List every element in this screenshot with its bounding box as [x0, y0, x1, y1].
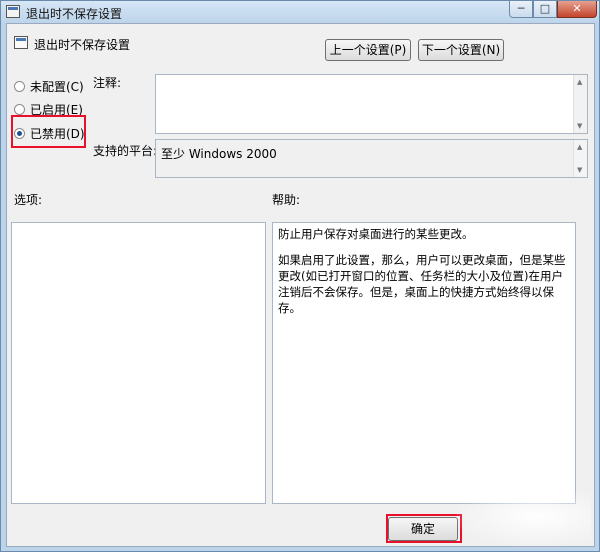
window-title: 退出时不保存设置 [26, 7, 123, 21]
help-pane: 防止用户保存对桌面进行的某些更改。 如果启用了此设置，那么，用户可以更改桌面，但… [272, 222, 576, 504]
dialog-body: 退出时不保存设置 上一个设置(P) 下一个设置(N) 未配置(C) 已启用(E)… [6, 23, 595, 547]
comment-label: 注释: [93, 76, 122, 90]
scroll-up-arrow-icon[interactable]: ▲ [577, 78, 582, 86]
help-label: 帮助: [272, 193, 301, 207]
radio-not-configured-circle[interactable] [14, 81, 25, 92]
disabled-highlight-box [11, 115, 86, 148]
maximize-button[interactable]: □ [533, 1, 557, 18]
platform-value: 至少 Windows 2000 [161, 147, 277, 161]
help-paragraph-2: 如果启用了此设置，那么，用户可以更改桌面，但是某些更改(如已打开窗口的位置、任务… [278, 253, 566, 315]
policy-setting-window: 退出时不保存设置 ─ □ ✕ 退出时不保存设置 上一个设置(P) 下一个设置(N… [0, 0, 600, 552]
scroll-down-arrow-icon[interactable]: ▼ [577, 122, 582, 130]
platform-scroll-down-icon[interactable]: ▼ [577, 166, 582, 174]
options-label: 选项: [14, 193, 43, 207]
title-bar[interactable]: 退出时不保存设置 ─ □ ✕ [1, 1, 599, 23]
watermark-overlay [456, 487, 591, 547]
setting-title: 退出时不保存设置 [34, 38, 131, 52]
radio-not-configured[interactable]: 未配置(C) [14, 78, 84, 95]
platform-label: 支持的平台: [93, 144, 158, 158]
platform-field: 至少 Windows 2000 ▲ ▼ [155, 139, 588, 178]
platform-scrollbar[interactable]: ▲ ▼ [573, 140, 587, 177]
close-button[interactable]: ✕ [557, 1, 597, 18]
ok-highlight-box [386, 514, 462, 543]
minimize-button[interactable]: ─ [509, 1, 533, 18]
help-paragraph-1: 防止用户保存对桌面进行的某些更改。 [278, 227, 474, 241]
radio-enabled-circle[interactable] [14, 104, 25, 115]
next-setting-button[interactable]: 下一个设置(N) [418, 39, 504, 61]
previous-setting-button[interactable]: 上一个设置(P) [325, 39, 411, 61]
comment-textarea[interactable]: ▲ ▼ [155, 74, 588, 134]
policy-setting-icon [6, 5, 20, 18]
options-pane [11, 222, 266, 504]
platform-scroll-up-icon[interactable]: ▲ [577, 143, 582, 151]
radio-not-configured-label: 未配置(C) [30, 80, 84, 94]
comment-scrollbar[interactable]: ▲ ▼ [573, 75, 587, 133]
setting-icon [14, 36, 28, 49]
